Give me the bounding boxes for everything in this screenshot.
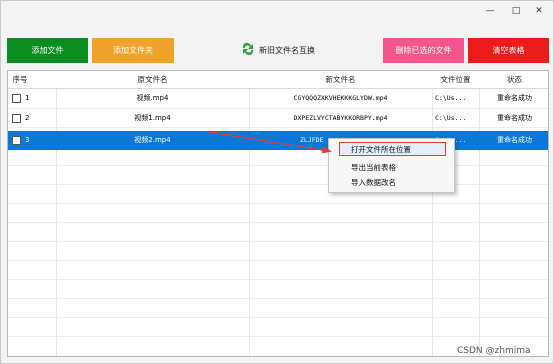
row-index: 3 xyxy=(25,136,30,144)
row-checkbox[interactable] xyxy=(12,114,21,123)
context-menu: 打开文件所在位置 导出当前表格 导入数据改名 xyxy=(328,138,455,193)
table-row[interactable]: 1 视频.mp4 CGYQQQZXKVHEKKKGLYDW.mp4 C:\Us.… xyxy=(8,89,548,108)
original-name-cell: 视频.mp4 xyxy=(136,94,169,102)
maximize-icon[interactable]: □ xyxy=(509,5,523,17)
status-cell: 重命名成功 xyxy=(497,94,532,102)
original-name-cell: 视频1.mp4 xyxy=(134,114,171,122)
file-table[interactable]: 序号 原文件名 新文件名 文件位置 状态 1 视频.mp4 CGYQQQZXKV… xyxy=(7,70,549,357)
col-header-status[interactable]: 状态 xyxy=(479,71,548,89)
row-checkbox[interactable] xyxy=(12,94,21,103)
minimize-icon[interactable]: — xyxy=(483,5,497,17)
col-header-location[interactable]: 文件位置 xyxy=(432,71,479,89)
add-folder-button[interactable]: 添加文件夹 xyxy=(92,38,174,63)
menu-item-export-table[interactable]: 导出当前表格 xyxy=(329,161,456,175)
watermark: CSDN @zhmima xyxy=(457,346,531,356)
status-cell: 重命名成功 xyxy=(497,136,532,144)
row-index: 1 xyxy=(25,94,30,102)
table-header: 序号 原文件名 新文件名 文件位置 状态 xyxy=(8,71,548,89)
menu-item-import-rename[interactable]: 导入数据改名 xyxy=(329,176,456,190)
table-row-selected[interactable]: 3 视频2.mp4 ZLJFDE C:\Us... 重命名成功 xyxy=(8,131,548,150)
col-header-new-name[interactable]: 新文件名 xyxy=(249,71,432,89)
swap-label: 新旧文件名互换 xyxy=(259,46,315,55)
delete-selected-button[interactable]: 删除已选的文件 xyxy=(383,38,464,63)
col-header-original-name[interactable]: 原文件名 xyxy=(56,71,249,89)
row-checkbox[interactable] xyxy=(12,136,21,145)
clear-table-button[interactable]: 清空表格 xyxy=(468,38,549,63)
new-name-cell: DXPEZLVYCTABYKKORBPY.mp4 xyxy=(293,114,388,122)
close-icon[interactable]: ✕ xyxy=(532,5,546,17)
app-window: — □ ✕ 添加文件 添加文件夹 新旧文件名互换 删除已选的文件 清空表格 序号… xyxy=(0,0,554,364)
row-index: 2 xyxy=(25,114,30,122)
status-cell: 重命名成功 xyxy=(497,114,532,122)
menu-item-open-location[interactable]: 打开文件所在位置 xyxy=(339,142,446,156)
new-name-cell: ZLJFDE xyxy=(300,136,324,144)
new-name-cell: CGYQQQZXKVHEKKKGLYDW.mp4 xyxy=(293,94,388,102)
location-cell: C:\Us... xyxy=(435,94,467,102)
swap-names-button[interactable]: 新旧文件名互换 xyxy=(233,38,323,63)
add-file-button[interactable]: 添加文件 xyxy=(7,38,88,63)
swap-icon xyxy=(242,43,254,55)
title-bar: — □ ✕ xyxy=(1,1,553,23)
original-name-cell: 视频2.mp4 xyxy=(134,136,171,144)
location-cell: C:\Us... xyxy=(435,114,467,122)
table-row[interactable]: 2 视频1.mp4 DXPEZLVYCTABYKKORBPY.mp4 C:\Us… xyxy=(8,109,548,128)
col-header-index[interactable]: 序号 xyxy=(8,71,32,89)
